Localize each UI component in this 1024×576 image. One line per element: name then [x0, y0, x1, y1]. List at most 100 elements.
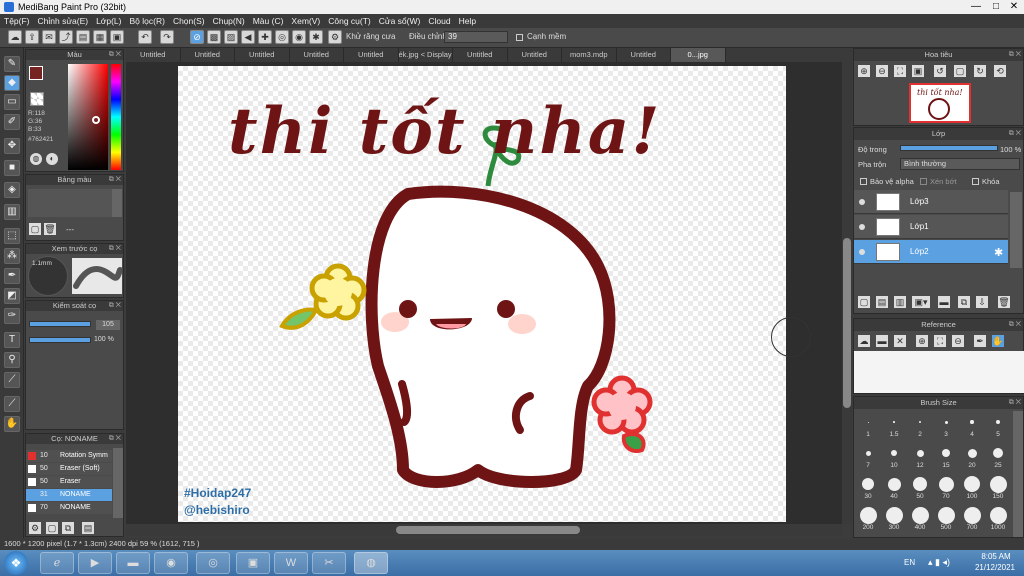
select-pen-icon[interactable]: ✑ [4, 308, 20, 324]
brush-list-item[interactable]: 31 NONAME [26, 489, 112, 501]
language-indicator[interactable]: EN [904, 558, 915, 567]
tab-document[interactable]: Untitled [508, 48, 562, 62]
magic-wand-icon[interactable]: ⁂ [4, 248, 20, 264]
hue-slider[interactable] [111, 64, 121, 170]
brush-list-item[interactable]: 50 Eraser [26, 476, 112, 488]
eraser-icon[interactable]: ◆ [4, 75, 20, 91]
upload-icon[interactable]: ⇪ [25, 30, 39, 44]
cloud-icon[interactable]: ☁ [8, 30, 22, 44]
spoid-icon[interactable]: ⟋ [4, 396, 20, 412]
open-folder-icon[interactable]: ▬ [876, 335, 888, 347]
cross-icon[interactable]: ✚ [258, 30, 272, 44]
undo-icon[interactable]: ↶ [138, 30, 152, 44]
adjust-select[interactable]: 39 [444, 31, 508, 43]
layout-icon[interactable]: ▦ [93, 30, 107, 44]
ref-zoom-out-icon[interactable]: ⊖ [952, 335, 964, 347]
layer-row-layer3[interactable]: Lớp3 [854, 190, 1008, 214]
tab-document[interactable]: Untitled [290, 48, 344, 62]
cloud-download-icon[interactable]: ☁ [858, 335, 870, 347]
menu-file[interactable]: Tệp(F) [4, 16, 30, 26]
brush-icon[interactable]: ✎ [4, 56, 20, 72]
no-select-icon[interactable]: ⊘ [190, 30, 204, 44]
start-button[interactable]: ❖ [4, 551, 28, 575]
brush-size-slider[interactable] [29, 321, 91, 327]
protect-alpha-checkbox[interactable] [860, 178, 867, 185]
new-layer-icon[interactable]: ▢ [858, 296, 870, 308]
brush-size-option[interactable]: 7 [856, 444, 880, 474]
color-wheel-icon[interactable]: ◍ [30, 153, 42, 165]
ie-icon[interactable]: ℯ [40, 552, 74, 574]
soft-edge-checkbox[interactable] [516, 34, 523, 41]
dots-icon[interactable]: ▩ [207, 30, 221, 44]
canvas[interactable]: thi tốt nha! #Hoidap247 @hebishiro [178, 66, 786, 522]
tab-document[interactable]: mom3.mdp [562, 48, 617, 62]
brush-size-option[interactable]: 70 [934, 475, 958, 505]
close-button[interactable]: ✕ [1004, 0, 1024, 14]
gradient-icon[interactable]: ▥ [4, 204, 20, 220]
horizontal-scrollbar[interactable] [126, 524, 842, 536]
fill-select-icon[interactable]: ◩ [4, 288, 20, 304]
vertical-scroll-thumb[interactable] [843, 238, 851, 408]
medibang-icon[interactable]: ◍ [354, 552, 388, 574]
menu-window[interactable]: Cửa sổ(W) [379, 16, 421, 26]
color-tone-icon[interactable]: ◐ [46, 153, 58, 165]
duplicate-brush-icon[interactable]: ⧉ [62, 522, 74, 534]
tray-icons[interactable]: ▴ ▮ ◂) [928, 557, 950, 568]
new-halftone-layer-icon[interactable]: ▤ [876, 296, 888, 308]
fill-pattern-icon[interactable]: ▨ [224, 30, 238, 44]
tab-document[interactable]: Untitled [126, 48, 181, 62]
brush-size-option[interactable]: 25 [986, 444, 1010, 474]
menu-view[interactable]: Xem(V) [291, 16, 320, 26]
brush-size-scrollbar[interactable] [1013, 411, 1023, 537]
brush-size-option[interactable]: 200 [856, 506, 880, 536]
brush-size-option[interactable]: 20 [960, 444, 984, 474]
brush-size-option[interactable]: 10 [882, 444, 906, 474]
redo-icon[interactable]: ↷ [160, 30, 174, 44]
gear-icon[interactable]: ✱ [309, 30, 323, 44]
tab-document[interactable]: Untitled [235, 48, 290, 62]
word-icon[interactable]: W [274, 552, 308, 574]
chat-icon[interactable]: ✉ [42, 30, 56, 44]
text-icon[interactable]: T [4, 332, 20, 348]
ref-hand-icon[interactable]: ✋ [992, 335, 1004, 347]
share-icon[interactable]: ⤴ [59, 30, 73, 44]
triangle-icon[interactable]: ◀ [241, 30, 255, 44]
brush-size-option[interactable]: 400 [908, 506, 932, 536]
brush-size-option[interactable]: 40 [882, 475, 906, 505]
maximize-button[interactable]: □ [986, 0, 1006, 14]
menu-tools[interactable]: Công cụ(T) [328, 16, 371, 26]
save-icon[interactable]: ▣ [110, 30, 124, 44]
app-icon[interactable]: ◎ [196, 552, 230, 574]
ref-eyedropper-icon[interactable]: ✒ [974, 335, 986, 347]
brush-size-option[interactable]: 1 [856, 413, 880, 443]
lasso-icon[interactable]: ⬚ [4, 228, 20, 244]
zoom-in-icon[interactable]: ⊕ [858, 65, 870, 77]
saturation-value-box[interactable] [68, 64, 108, 170]
add-palette-icon[interactable]: ▢ [29, 223, 41, 235]
brush-size-option[interactable]: 12 [908, 444, 932, 474]
ruler-icon[interactable]: ◎ [275, 30, 289, 44]
brush-size-option[interactable]: 300 [882, 506, 906, 536]
layer-row-layer1[interactable]: Lớp1 [854, 215, 1008, 239]
bucket-icon[interactable]: ◈ [4, 182, 20, 198]
new-folder-icon[interactable]: ▬ [938, 296, 950, 308]
brush-settings-icon[interactable]: ⚙ [29, 522, 41, 534]
pen-icon[interactable]: ✐ [4, 114, 20, 130]
dropper-icon[interactable]: ⚲ [4, 352, 20, 368]
brush-size-option[interactable]: 50 [908, 475, 932, 505]
brush-size-option[interactable]: 100 [960, 475, 984, 505]
layer-row-layer2[interactable]: Lớp2 ✱ [854, 240, 1008, 264]
reset-rotation-icon[interactable]: ⟲ [994, 65, 1006, 77]
move-icon[interactable]: ✥ [4, 138, 20, 154]
tab-document[interactable]: ék.jpg < Display P3 > [399, 48, 453, 62]
tab-document[interactable]: Untitled [453, 48, 508, 62]
select-rect-icon[interactable]: ▭ [4, 94, 20, 110]
import-brush-icon[interactable]: ▤ [82, 522, 94, 534]
brush-size-option[interactable]: 5 [986, 413, 1010, 443]
tab-document[interactable]: Untitled [181, 48, 235, 62]
explorer-icon[interactable]: ▬ [116, 552, 150, 574]
pipette-icon[interactable]: ⟋ [4, 372, 20, 388]
layer-opacity-slider[interactable] [900, 145, 998, 151]
menu-layer[interactable]: Lớp(L) [96, 16, 121, 26]
menu-cloud[interactable]: Cloud [428, 16, 450, 26]
